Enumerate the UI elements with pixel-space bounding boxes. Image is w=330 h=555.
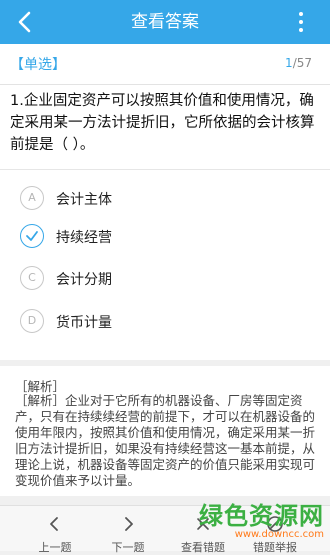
next-question-label: 下一题 [111, 541, 145, 554]
app-header: 查看答案 [0, 0, 330, 44]
site-watermark: 绿色资源网 www.downcc.com [199, 496, 324, 540]
option-b-label: 持续经营 [56, 230, 112, 246]
option-b[interactable]: 持续经营 [20, 224, 310, 250]
chevron-left-icon [50, 517, 58, 531]
progress-current: 1 [285, 56, 293, 70]
next-question-button[interactable]: 下一题 [93, 506, 163, 554]
analysis-text: ［解析］企业对于它所有的机器设备、厂房等固定资产，只有在持续续经营的前提下，才可… [15, 393, 316, 488]
question-progress: 1/57 [285, 56, 312, 70]
option-b-check [20, 224, 44, 248]
option-d[interactable]: D 货币计量 [20, 309, 310, 335]
question-type-label: 【单选】 [10, 57, 66, 73]
option-d-letter: D [20, 309, 44, 333]
question-card: 【单选】 1/57 1.企业固定资产可以按照其价值和使用情况，确定采用某一方法计… [0, 44, 330, 360]
prev-question-button[interactable]: 上一题 [20, 506, 90, 554]
more-options-icon[interactable] [298, 12, 304, 34]
option-a-letter: A [20, 186, 44, 210]
report-error-label: 错题举报 [253, 541, 297, 554]
divider [0, 84, 330, 85]
option-a-label: 会计主体 [56, 192, 112, 208]
chevron-right-icon [125, 517, 133, 531]
progress-total: /57 [292, 56, 312, 70]
option-c-label: 会计分期 [56, 272, 112, 288]
watermark-text: 绿色资源网 [199, 502, 324, 530]
analysis-panel: ［解析］ ［解析］企业对于它所有的机器设备、厂房等固定资产，只有在持续续经营的前… [0, 366, 330, 496]
checkmark-icon [26, 231, 38, 241]
option-a[interactable]: A 会计主体 [20, 186, 310, 212]
view-wrong-label: 查看错题 [181, 541, 225, 554]
question-text: 1.企业固定资产可以按照其价值和使用情况，确定采用某一方法计提折旧，它所依据的会… [10, 93, 315, 153]
page-title: 查看答案 [131, 12, 199, 32]
divider [0, 169, 330, 170]
option-c-letter: C [20, 266, 44, 290]
prev-question-label: 上一题 [38, 541, 72, 554]
option-d-label: 货币计量 [56, 315, 112, 331]
option-c[interactable]: C 会计分期 [20, 266, 310, 292]
